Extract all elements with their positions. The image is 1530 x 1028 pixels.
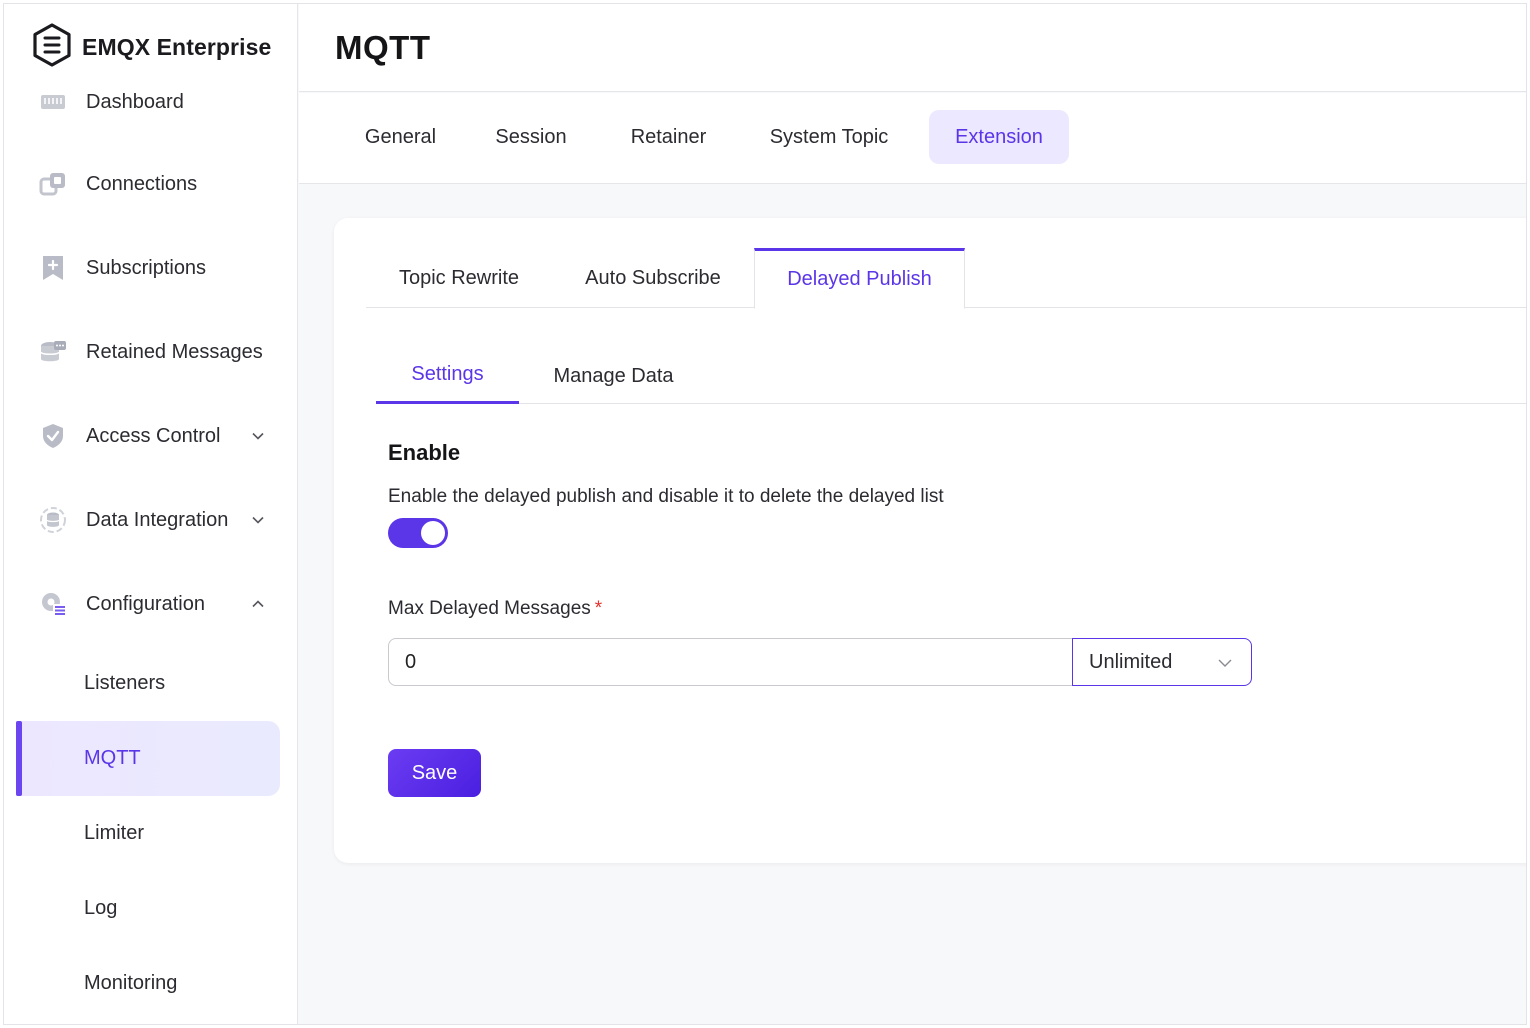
sidebar-item-retained-messages[interactable]: Retained Messages: [4, 322, 297, 382]
config-tabs: General Session Retainer System Topic Ex…: [299, 93, 1526, 184]
max-delayed-messages-unit-select[interactable]: Unlimited: [1072, 638, 1252, 686]
tab-session[interactable]: Session: [476, 110, 586, 164]
connections-icon: [36, 167, 70, 201]
sidebar-item-label: Retained Messages: [86, 340, 263, 363]
sidebar-subitem-listeners[interactable]: Listeners: [16, 646, 280, 721]
sidebar-item-label: Data Integration: [86, 508, 229, 531]
extension-card: Topic Rewrite Auto Subscribe Delayed Pub…: [334, 218, 1526, 863]
emqx-logo-icon: [32, 22, 72, 72]
tab-auto-subscribe[interactable]: Auto Subscribe: [552, 248, 754, 309]
enable-title: Enable: [388, 440, 461, 465]
required-mark: *: [594, 598, 603, 619]
delayed-publish-tabs: Settings Manage Data: [376, 348, 1526, 404]
sidebar-item-label: Configuration: [86, 592, 205, 615]
tab-extension[interactable]: Extension: [929, 110, 1069, 164]
sidebar-subitem-monitoring[interactable]: Monitoring: [16, 946, 280, 1021]
app-window: EMQX Enterprise Dashboard Connections Su…: [3, 3, 1527, 1025]
retained-messages-icon: [36, 335, 70, 369]
tab-manage-data[interactable]: Manage Data: [536, 348, 691, 404]
tab-settings[interactable]: Settings: [376, 348, 519, 404]
chevron-down-icon: [1218, 659, 1232, 667]
sidebar-item-data-integration[interactable]: Data Integration: [4, 490, 297, 550]
sidebar-item-label: Dashboard: [86, 90, 184, 113]
subscriptions-icon: [36, 251, 70, 285]
data-integration-icon: [36, 503, 70, 537]
sidebar-item-connections[interactable]: Connections: [4, 154, 297, 214]
sidebar-item-label: Access Control: [86, 424, 221, 447]
enable-description: Enable the delayed publish and disable i…: [388, 486, 944, 507]
extension-tabs: Topic Rewrite Auto Subscribe Delayed Pub…: [366, 248, 1526, 309]
sidebar-subitem-log[interactable]: Log: [16, 871, 280, 946]
sidebar: EMQX Enterprise Dashboard Connections Su…: [4, 4, 298, 1024]
select-value: Unlimited: [1089, 650, 1173, 673]
tab-topic-rewrite[interactable]: Topic Rewrite: [366, 248, 552, 309]
sidebar-item-label: Connections: [86, 172, 198, 195]
tab-retainer[interactable]: Retainer: [611, 110, 726, 164]
chevron-down-icon: [252, 432, 264, 440]
sidebar-item-configuration[interactable]: Configuration: [4, 574, 297, 634]
max-delayed-messages-input[interactable]: 0: [388, 638, 1074, 686]
page-title: MQTT: [335, 28, 431, 66]
chevron-up-icon: [252, 600, 264, 608]
toggle-knob: [421, 521, 445, 545]
max-delayed-messages-label: Max Delayed Messages *: [388, 598, 602, 620]
sidebar-item-subscriptions[interactable]: Subscriptions: [4, 238, 297, 298]
chevron-down-icon: [252, 516, 264, 524]
gear-icon: [36, 587, 70, 621]
sidebar-subitem-mqtt[interactable]: MQTT: [16, 721, 280, 796]
dashboard-icon: [36, 85, 70, 119]
tab-delayed-publish[interactable]: Delayed Publish: [754, 248, 965, 309]
shield-icon: [36, 419, 70, 453]
sidebar-item-access-control[interactable]: Access Control: [4, 406, 297, 466]
tab-system-topic[interactable]: System Topic: [749, 110, 909, 164]
sidebar-subitem-limiter[interactable]: Limiter: [16, 796, 280, 871]
sidebar-item-label: Subscriptions: [86, 256, 207, 279]
save-button[interactable]: Save: [388, 749, 481, 797]
field-label-text: Max Delayed Messages: [388, 598, 591, 619]
page-header: MQTT: [299, 4, 1526, 92]
enable-toggle[interactable]: [388, 518, 448, 548]
brand-name: EMQX Enterprise: [82, 33, 272, 60]
tab-general[interactable]: General: [343, 110, 458, 164]
brand-logo[interactable]: EMQX Enterprise: [4, 4, 297, 90]
